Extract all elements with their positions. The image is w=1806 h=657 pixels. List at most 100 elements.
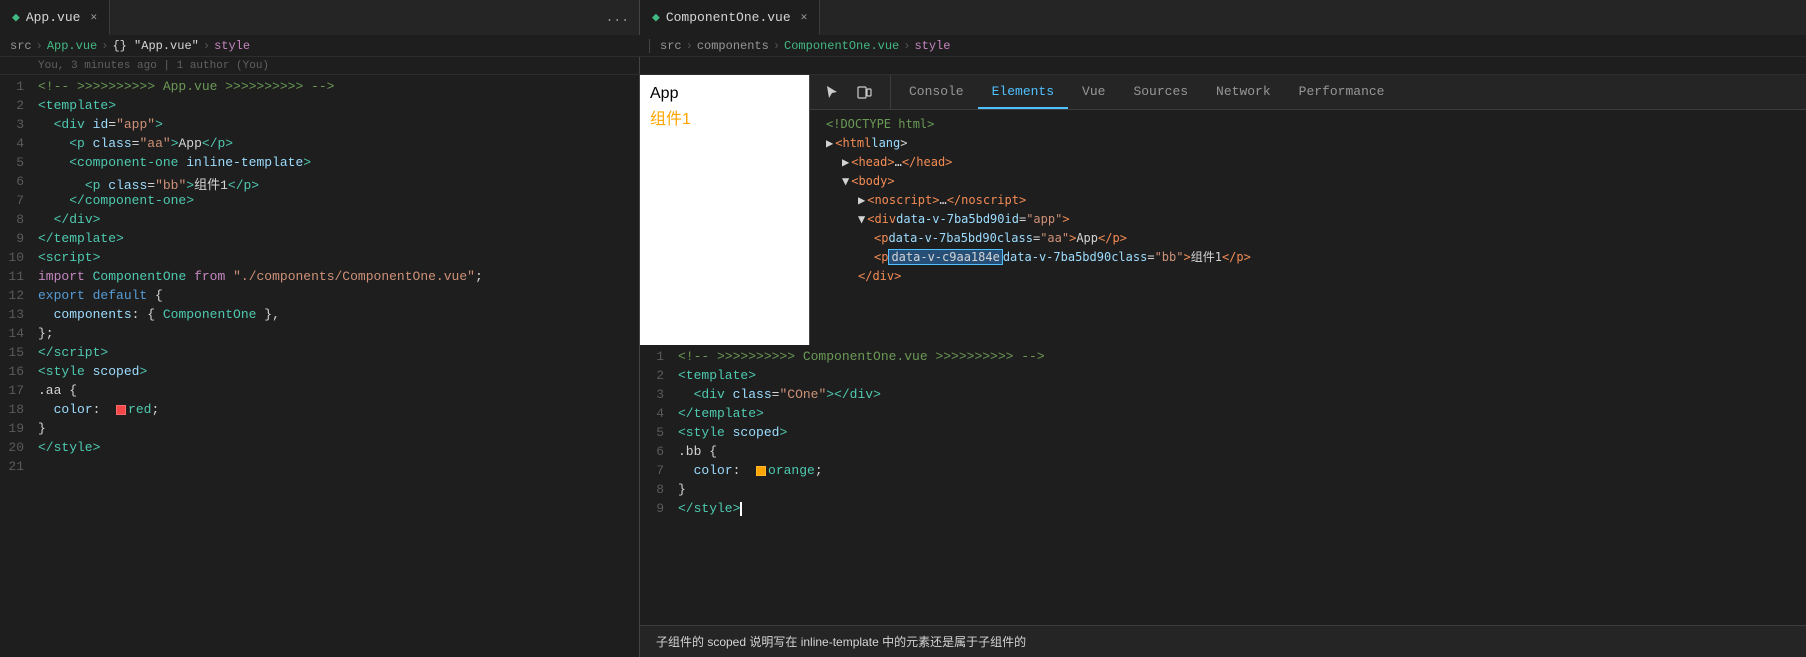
line-content: </component-one> bbox=[38, 193, 629, 208]
line-number: 15 bbox=[0, 345, 38, 360]
bc-sep4: › bbox=[686, 39, 693, 53]
tab-component-one-vue[interactable]: ◆ ComponentOne.vue ✕ bbox=[640, 0, 820, 35]
line-content: </template> bbox=[38, 231, 629, 246]
code-line: 3 <div class="COne"></div> bbox=[640, 387, 1806, 406]
dom-line: <p data-v-7ba5bd90 class="aa">App</p> bbox=[810, 228, 1806, 247]
line-number: 8 bbox=[640, 482, 678, 497]
vue-icon: ◆ bbox=[12, 10, 20, 25]
code-line: 15</script> bbox=[0, 345, 639, 364]
bc-style-right: style bbox=[914, 39, 950, 53]
dom-line: ▶<noscript>…</noscript> bbox=[810, 190, 1806, 209]
line-number: 7 bbox=[0, 193, 38, 208]
tab-sources[interactable]: Sources bbox=[1119, 75, 1202, 109]
bc-src-left: src bbox=[10, 39, 32, 53]
line-content: <div class="COne"></div> bbox=[678, 387, 1796, 402]
preview-panel: App 组件1 bbox=[640, 75, 810, 345]
line-content: import ComponentOne from "./components/C… bbox=[38, 269, 629, 284]
line-number: 4 bbox=[0, 136, 38, 151]
bc-src-right: src bbox=[660, 39, 682, 53]
line-number: 17 bbox=[0, 383, 38, 398]
bc-js-left: {} "App.vue" bbox=[112, 39, 198, 53]
dom-line: ▶<head>…</head> bbox=[810, 152, 1806, 171]
line-content: } bbox=[678, 482, 1796, 497]
tab-network[interactable]: Network bbox=[1202, 75, 1285, 109]
bc-components: components bbox=[697, 39, 769, 53]
line-content: <!-- >>>>>>>>>> ComponentOne.vue >>>>>>>… bbox=[678, 349, 1796, 364]
line-number: 9 bbox=[0, 231, 38, 246]
bottom-tooltip-bar: 子组件的 scoped 说明写在 inline-template 中的元素还是属… bbox=[640, 625, 1806, 657]
line-number: 5 bbox=[0, 155, 38, 170]
tab-vue[interactable]: Vue bbox=[1068, 75, 1119, 109]
line-content: <style scoped> bbox=[38, 364, 629, 379]
devtools-tab-bar: Console Elements Vue Sources Network bbox=[810, 75, 1806, 110]
line-number: 6 bbox=[0, 174, 38, 189]
tab-label: App.vue bbox=[26, 10, 81, 25]
device-toggle-button[interactable] bbox=[850, 79, 878, 105]
bc-sep6: › bbox=[903, 39, 910, 53]
dom-line: ▶<html lang> bbox=[810, 133, 1806, 152]
code-line: 9</template> bbox=[0, 231, 639, 250]
line-content: <div id="app"> bbox=[38, 117, 629, 132]
code-line: 3 <div id="app"> bbox=[0, 117, 639, 136]
devtools-panel: Console Elements Vue Sources Network bbox=[810, 75, 1806, 345]
line-number: 21 bbox=[0, 459, 38, 474]
code-line: 4</template> bbox=[640, 406, 1806, 425]
bc-sep2: › bbox=[101, 39, 108, 53]
dom-line: ▼ <div data-v-7ba5bd90 id="app"> bbox=[810, 209, 1806, 228]
code-line: 18 color: red; bbox=[0, 402, 639, 421]
line-number: 8 bbox=[0, 212, 38, 227]
line-number: 3 bbox=[640, 387, 678, 402]
tab-app-vue[interactable]: ◆ App.vue ✕ bbox=[0, 0, 110, 35]
breadcrumb-right: src › components › ComponentOne.vue › st… bbox=[650, 39, 1796, 53]
code-line: 9</style> bbox=[640, 501, 1806, 520]
bc-sep3: › bbox=[203, 39, 210, 53]
main-area: 1<!-- >>>>>>>>>> App.vue >>>>>>>>>> -->2… bbox=[0, 75, 1806, 657]
line-content: export default { bbox=[38, 288, 629, 303]
tab-performance[interactable]: Performance bbox=[1285, 75, 1399, 109]
editor-right: 1<!-- >>>>>>>>>> ComponentOne.vue >>>>>>… bbox=[640, 345, 1806, 625]
line-content: <template> bbox=[38, 98, 629, 113]
git-info-bar: You, 3 minutes ago | 1 author (You) bbox=[0, 57, 1806, 75]
bc-vue-right: ComponentOne.vue bbox=[784, 39, 899, 53]
cursor-tool-button[interactable] bbox=[818, 79, 846, 105]
code-line: 1<!-- >>>>>>>>>> ComponentOne.vue >>>>>>… bbox=[640, 349, 1806, 368]
code-line: 8} bbox=[640, 482, 1806, 501]
line-content: }; bbox=[38, 326, 629, 341]
tab-bar-left: ◆ App.vue ✕ ... bbox=[0, 0, 640, 35]
line-number: 3 bbox=[0, 117, 38, 132]
git-blame-info: You, 3 minutes ago | 1 author (You) bbox=[38, 60, 269, 72]
bottom-tooltip-text: 子组件的 scoped 说明写在 inline-template 中的元素还是属… bbox=[656, 633, 1026, 650]
line-content: components: { ComponentOne }, bbox=[38, 307, 629, 322]
line-number: 14 bbox=[0, 326, 38, 341]
tab-close-component[interactable]: ✕ bbox=[801, 10, 808, 24]
code-line: 7 </component-one> bbox=[0, 193, 639, 212]
code-line: 21 bbox=[0, 459, 639, 478]
code-line: 7 color: orange; bbox=[640, 463, 1806, 482]
line-number: 4 bbox=[640, 406, 678, 421]
bc-style-left: style bbox=[214, 39, 250, 53]
line-content: </style> bbox=[38, 440, 629, 455]
code-line: 6 <p class="bb">组件1</p> bbox=[0, 174, 639, 193]
code-line: 20</style> bbox=[0, 440, 639, 459]
editor-left: 1<!-- >>>>>>>>>> App.vue >>>>>>>>>> -->2… bbox=[0, 75, 640, 657]
line-content: color: red; bbox=[38, 402, 629, 417]
line-number: 9 bbox=[640, 501, 678, 516]
line-content: .aa { bbox=[38, 383, 629, 398]
tab-more-left[interactable]: ... bbox=[596, 0, 639, 35]
code-area-left[interactable]: 1<!-- >>>>>>>>>> App.vue >>>>>>>>>> -->2… bbox=[0, 75, 639, 657]
tab-bar-right: ◆ ComponentOne.vue ✕ bbox=[640, 0, 1806, 35]
line-number: 2 bbox=[0, 98, 38, 113]
line-number: 16 bbox=[0, 364, 38, 379]
code-line: 10<script> bbox=[0, 250, 639, 269]
line-number: 19 bbox=[0, 421, 38, 436]
line-content: <component-one inline-template> bbox=[38, 155, 629, 170]
code-area-right[interactable]: 1<!-- >>>>>>>>>> ComponentOne.vue >>>>>>… bbox=[640, 345, 1806, 625]
tab-elements[interactable]: Elements bbox=[978, 75, 1068, 109]
code-line: 5 <component-one inline-template> bbox=[0, 155, 639, 174]
line-content: <style scoped> bbox=[678, 425, 1796, 440]
devtools-dom-content[interactable]: <!DOCTYPE html>▶<html lang>▶<head>…</hea… bbox=[810, 110, 1806, 345]
line-number: 5 bbox=[640, 425, 678, 440]
tab-close-app-vue[interactable]: ✕ bbox=[90, 10, 97, 24]
code-line: 17.aa { bbox=[0, 383, 639, 402]
tab-console[interactable]: Console bbox=[895, 75, 978, 109]
